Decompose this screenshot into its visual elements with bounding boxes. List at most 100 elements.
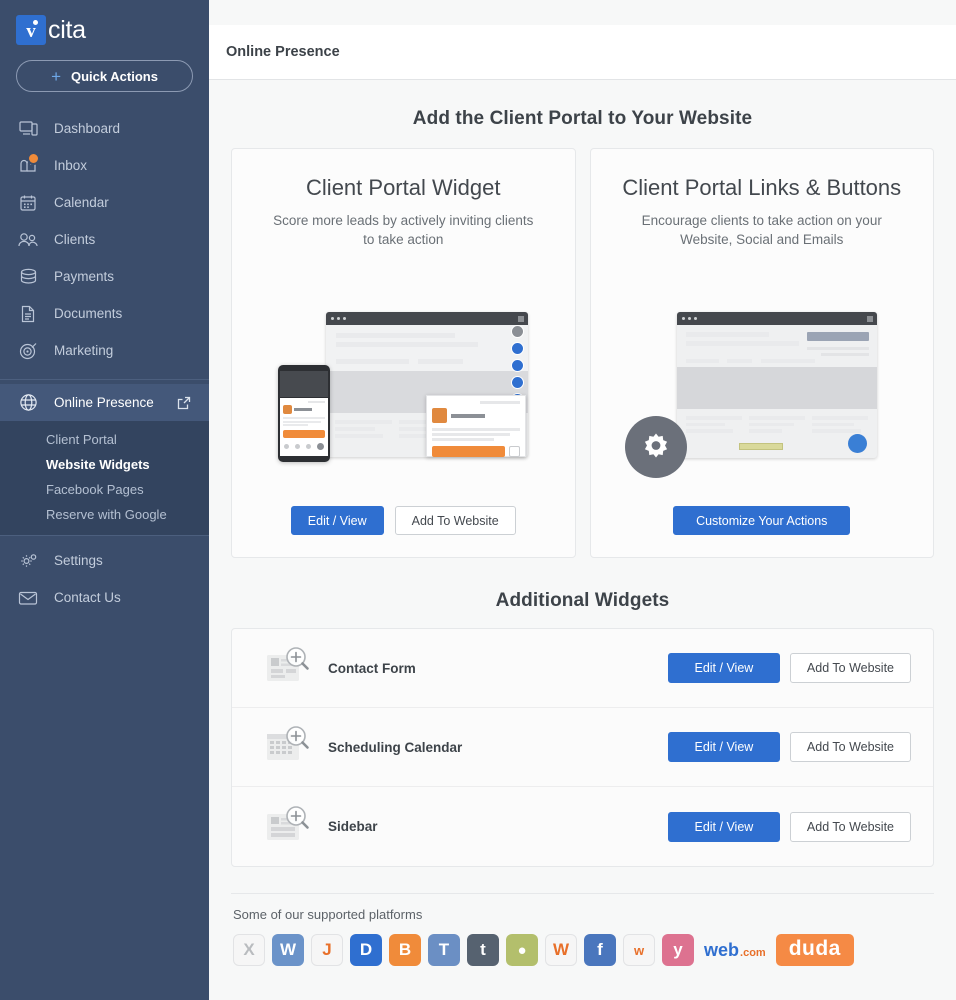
sidebar-item-documents[interactable]: Documents xyxy=(0,295,209,332)
platform-facebook-icon: f xyxy=(584,934,616,966)
sidebar-item-label: Settings xyxy=(54,553,103,568)
sidebar-divider xyxy=(0,379,209,380)
widget-name: Scheduling Calendar xyxy=(328,739,463,755)
add-to-website-button[interactable]: Add To Website xyxy=(789,732,911,762)
logo[interactable]: v cita xyxy=(0,0,209,52)
sidebar-item-contact-us[interactable]: Contact Us xyxy=(0,579,209,616)
content-scroll-area: Add the Client Portal to Your Website Cl… xyxy=(209,108,956,966)
section-heading-additional-widgets: Additional Widgets xyxy=(495,590,670,611)
sidebar: v cita + Quick Actions Dashboard Inbox C… xyxy=(0,0,209,1000)
sidebar-widget-icon xyxy=(262,805,314,848)
widget-actions: Edit / View Add To Website xyxy=(667,732,911,762)
plus-icon: + xyxy=(51,66,61,86)
main-content: Online Presence Add the Client Portal to… xyxy=(209,0,956,1000)
card-actions: Edit / View Add To Website xyxy=(290,506,516,535)
external-link-icon[interactable] xyxy=(177,396,191,410)
platform-wordpress-icon: W xyxy=(272,934,304,966)
sidebar-item-label: Online Presence xyxy=(54,395,154,410)
sidebar-item-dashboard[interactable]: Dashboard xyxy=(0,110,209,147)
card-client-portal-widget: Client Portal Widget Score more leads by… xyxy=(231,148,576,558)
webcom-suffix: .com xyxy=(740,946,766,959)
platform-wix-icon: W xyxy=(545,934,577,966)
widget-row-sidebar: Sidebar Edit / View Add To Website xyxy=(232,787,933,866)
widget-actions: Edit / View Add To Website xyxy=(667,811,911,842)
additional-widgets-panel: Contact Form Edit / View Add To Website xyxy=(231,628,934,867)
card-title: Client Portal Widget xyxy=(306,175,501,200)
sidebar-item-calendar[interactable]: Calendar xyxy=(0,184,209,221)
sidebar-subnav: Client Portal Website Widgets Facebook P… xyxy=(0,421,209,535)
sidebar-item-inbox[interactable]: Inbox xyxy=(0,147,209,184)
sidebar-item-label: Marketing xyxy=(54,343,114,358)
card-client-portal-links-buttons: Client Portal Links & Buttons Encourage … xyxy=(589,148,934,558)
edit-view-button[interactable]: Edit / View xyxy=(667,732,780,762)
sidebar-item-label: Clients xyxy=(54,232,96,247)
customize-your-actions-button[interactable]: Customize Your Actions xyxy=(673,506,851,535)
card-actions: Customize Your Actions xyxy=(673,506,851,535)
sidebar-subitem-website-widgets[interactable]: Website Widgets xyxy=(0,452,209,477)
sidebar-subitem-reserve-with-google[interactable]: Reserve with Google xyxy=(0,502,209,527)
sidebar-item-label: Payments xyxy=(54,269,115,284)
sidebar-item-label: Contact Us xyxy=(54,590,121,605)
widget-actions: Edit / View Add To Website xyxy=(667,653,911,683)
card-title: Client Portal Links & Buttons xyxy=(622,175,902,200)
page-title: Online Presence xyxy=(226,44,340,60)
sidebar-subitem-client-portal[interactable]: Client Portal xyxy=(0,427,209,452)
quick-actions-button[interactable]: + Quick Actions xyxy=(16,60,193,92)
platform-tumblr-icon: t xyxy=(467,934,499,966)
app-root: v cita + Quick Actions Dashboard Inbox C… xyxy=(0,0,956,1000)
logo-wordmark: cita xyxy=(48,15,86,44)
gear-overlay-icon xyxy=(624,416,687,478)
sidebar-item-marketing[interactable]: Marketing xyxy=(0,332,209,369)
dashboard-icon xyxy=(16,118,40,140)
envelope-icon xyxy=(16,587,40,609)
sidebar-item-label: Inbox xyxy=(54,158,88,173)
sidebar-item-label: Documents xyxy=(54,306,123,321)
contact-form-icon xyxy=(262,647,314,689)
feature-cards-row: Client Portal Widget Score more leads by… xyxy=(209,130,956,558)
sidebar-item-online-presence[interactable]: Online Presence xyxy=(0,384,209,421)
scheduling-calendar-icon xyxy=(262,726,314,768)
card-subtitle: Score more leads by actively inviting cl… xyxy=(273,213,534,247)
vcita-logo-icon: v xyxy=(16,15,46,45)
platform-weebly-icon: w xyxy=(623,934,655,966)
sidebar-item-settings[interactable]: Settings xyxy=(0,542,209,579)
edit-view-button[interactable]: Edit / View xyxy=(290,506,384,535)
topbar: Online Presence xyxy=(209,25,956,80)
add-to-website-button[interactable]: Add To Website xyxy=(789,653,911,683)
sidebar-item-label: Calendar xyxy=(54,195,109,210)
widget-name: Contact Form xyxy=(328,660,416,676)
supported-platforms-list: X W J D B T t ● W f w y web .com duda xyxy=(209,922,956,966)
platform-yola-icon: y xyxy=(662,934,694,966)
add-to-website-button[interactable]: Add To Website xyxy=(789,811,911,842)
widget-row-scheduling-calendar: Scheduling Calendar Edit / View Add To W… xyxy=(232,708,933,787)
platform-typo3-icon: T xyxy=(428,934,460,966)
platform-duda-logo: duda xyxy=(775,934,854,966)
payments-icon xyxy=(16,266,40,288)
client-portal-links-illustration xyxy=(624,271,877,498)
widget-name: Sidebar xyxy=(328,819,378,834)
sidebar-item-label: Dashboard xyxy=(54,121,121,136)
platform-webcom-logo: web .com xyxy=(704,940,766,961)
webcom-word: web xyxy=(704,939,740,960)
calendar-icon xyxy=(16,192,40,214)
section-heading-add-portal: Add the Client Portal to Your Website xyxy=(412,108,753,129)
clients-icon xyxy=(16,229,40,251)
widget-row-contact-form: Contact Form Edit / View Add To Website xyxy=(232,629,933,708)
sidebar-item-clients[interactable]: Clients xyxy=(0,221,209,258)
sidebar-divider-2 xyxy=(0,535,209,536)
gear-icon xyxy=(16,550,40,572)
edit-view-button[interactable]: Edit / View xyxy=(667,653,780,683)
platform-drupal-icon: D xyxy=(350,934,382,966)
platform-xara-icon: X xyxy=(233,934,265,966)
platform-blogger-icon: B xyxy=(389,934,421,966)
sidebar-subitem-facebook-pages[interactable]: Facebook Pages xyxy=(0,477,209,502)
platform-yahoo-icon: ● xyxy=(506,934,538,966)
platform-joomla-icon: J xyxy=(311,934,343,966)
edit-view-button[interactable]: Edit / View xyxy=(667,811,780,842)
quick-actions-label: Quick Actions xyxy=(71,68,158,84)
add-to-website-button[interactable]: Add To Website xyxy=(394,506,516,535)
inbox-unread-badge xyxy=(27,152,40,165)
sidebar-item-payments[interactable]: Payments xyxy=(0,258,209,295)
globe-icon xyxy=(16,392,40,414)
client-portal-widget-illustration xyxy=(278,271,529,498)
